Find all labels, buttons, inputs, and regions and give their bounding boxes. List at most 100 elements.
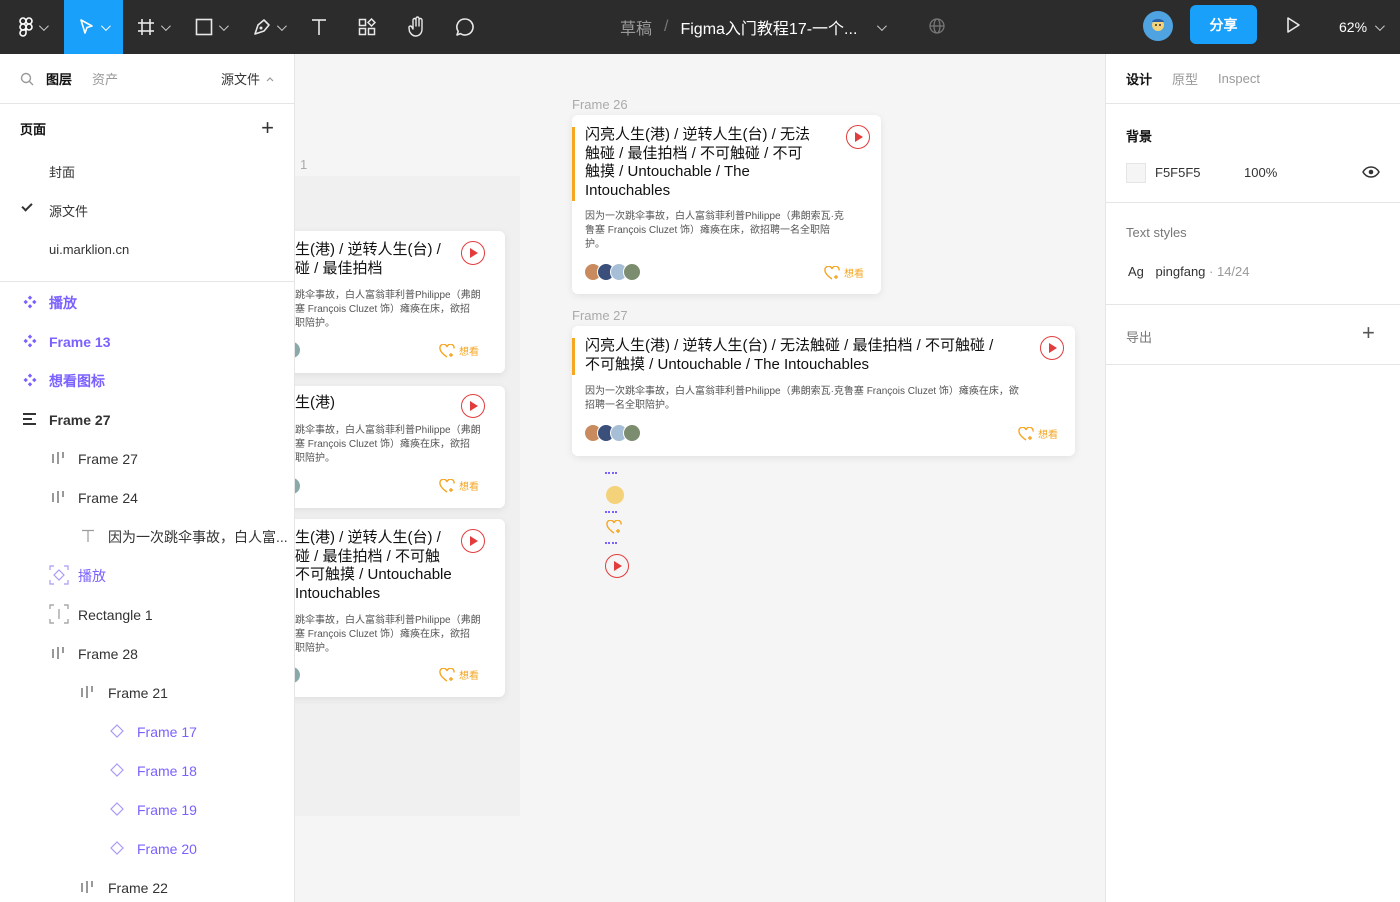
- heart-plus-icon[interactable]: [606, 520, 622, 534]
- add-export-button[interactable]: +: [1362, 320, 1375, 346]
- layer-item[interactable]: Frame 18: [0, 751, 294, 790]
- eye-icon[interactable]: [1362, 165, 1380, 179]
- want-label: 想看: [459, 671, 479, 682]
- want-label: 想看: [459, 347, 479, 358]
- layer-item[interactable]: Frame 21: [0, 673, 294, 712]
- comment-bubble-icon: [456, 18, 474, 36]
- movie-card[interactable]: 生(港) / 逆转人生(台) / 碰 / 最佳拍档 / 不可触 不可触摸 / U…: [295, 519, 505, 697]
- layer-label: Frame 27: [49, 411, 111, 428]
- movie-card[interactable]: 生(港) 跳伞事故，白人富翁菲利普Philippe（弗朗 塞 François …: [295, 386, 505, 508]
- card-title: 闪亮人生(港) / 逆转人生(台) / 无法触碰 / 最佳拍档 / 不可触碰 /…: [585, 337, 994, 373]
- layer-item[interactable]: Frame 13: [0, 322, 294, 361]
- layer-item[interactable]: Frame 17: [0, 712, 294, 751]
- globe-icon[interactable]: [928, 17, 946, 35]
- want-to-watch-button[interactable]: 想看: [439, 478, 479, 493]
- layer-label: Frame 21: [108, 684, 168, 701]
- layer-item[interactable]: 播放: [0, 556, 294, 595]
- layer-item[interactable]: Frame 22: [0, 868, 294, 902]
- heart-plus-icon: [439, 667, 455, 682]
- instance-frame-icon: [49, 565, 69, 585]
- page-item-site[interactable]: ui.marklion.cn: [0, 230, 294, 269]
- frame-label[interactable]: 1: [300, 157, 307, 172]
- file-title-area[interactable]: 草稿 / Figma入门教程17-一个...: [620, 0, 888, 54]
- figma-logo-icon: [18, 17, 33, 37]
- color-swatch[interactable]: [1126, 163, 1146, 183]
- layer-item[interactable]: Frame 20: [0, 829, 294, 868]
- layer-item[interactable]: Frame 19: [0, 790, 294, 829]
- chevron-down-icon: [160, 20, 171, 31]
- layer-item[interactable]: 播放: [0, 283, 294, 322]
- right-panel-tabs: 设计 原型 Inspect: [1106, 54, 1400, 104]
- frame-label[interactable]: Frame 27: [572, 308, 628, 323]
- drafts-link[interactable]: 草稿: [620, 15, 652, 39]
- share-button[interactable]: 分享: [1190, 5, 1257, 44]
- main-menu-button[interactable]: [0, 0, 64, 54]
- comment-tool-button[interactable]: [441, 0, 489, 54]
- layer-item[interactable]: Frame 28: [0, 634, 294, 673]
- avatar-component[interactable]: [606, 486, 624, 504]
- tab-assets[interactable]: 资产: [92, 69, 118, 88]
- want-to-watch-button[interactable]: 想看: [439, 667, 479, 682]
- present-play-icon[interactable]: [1284, 15, 1302, 35]
- zoom-control[interactable]: 62%: [1339, 0, 1385, 54]
- layer-item[interactable]: Frame 27: [0, 400, 294, 439]
- layer-label: 播放: [78, 567, 106, 584]
- page-item-cover[interactable]: 封面: [0, 152, 294, 191]
- page-label: 源文件: [49, 204, 89, 219]
- layer-item[interactable]: Rectangle 1: [0, 595, 294, 634]
- movie-card-frame26[interactable]: 闪亮人生(港) / 逆转人生(台) / 无法 触碰 / 最佳拍档 / 不可触碰 …: [572, 115, 881, 294]
- bg-hex-value[interactable]: F5F5F5: [1155, 165, 1201, 180]
- page-selector[interactable]: 源文件: [221, 69, 274, 88]
- zoom-level: 62%: [1339, 19, 1368, 35]
- want-to-watch-button[interactable]: 想看: [1018, 426, 1058, 441]
- play-icon[interactable]: [461, 529, 485, 553]
- avatar-group: [584, 263, 641, 281]
- heart-plus-icon: [439, 478, 455, 493]
- card-title: 闪亮人生(港) / 逆转人生(台) / 无法 触碰 / 最佳拍档 / 不可触碰 …: [585, 126, 810, 199]
- search-icon[interactable]: [20, 72, 34, 86]
- avatar: [295, 666, 301, 684]
- add-page-button[interactable]: +: [261, 115, 274, 141]
- layer-label: 播放: [49, 294, 77, 311]
- want-to-watch-button[interactable]: 想看: [439, 343, 479, 358]
- text-style-item[interactable]: Ag pingfang · 14/24: [1128, 264, 1250, 279]
- layer-label: Frame 22: [108, 879, 168, 896]
- hand-tool-button[interactable]: [393, 0, 441, 54]
- layer-item[interactable]: Frame 27: [0, 439, 294, 478]
- file-name[interactable]: Figma入门教程17-一个...: [680, 15, 857, 39]
- design-canvas[interactable]: 1 生(港) / 逆转人生(台) / 碰 / 最佳拍档 跳伞事故，白人富翁菲利普…: [295, 54, 1105, 902]
- movie-card-frame27[interactable]: 闪亮人生(港) / 逆转人生(台) / 无法触碰 / 最佳拍档 / 不可触碰 /…: [572, 326, 1075, 456]
- movie-card[interactable]: 生(港) / 逆转人生(台) / 碰 / 最佳拍档 跳伞事故，白人富翁菲利普Ph…: [295, 231, 505, 373]
- user-avatar[interactable]: [1143, 11, 1173, 41]
- play-icon[interactable]: [605, 554, 629, 578]
- play-icon[interactable]: [1040, 336, 1064, 360]
- chevron-down-icon[interactable]: [877, 20, 888, 31]
- tab-design[interactable]: 设计: [1126, 69, 1152, 88]
- pen-tool-button[interactable]: [239, 0, 297, 54]
- text-tool-button[interactable]: [297, 0, 341, 54]
- play-icon[interactable]: [461, 241, 485, 265]
- tab-inspect[interactable]: Inspect: [1218, 71, 1260, 86]
- heart-plus-icon: [1018, 426, 1034, 441]
- page-label: 封面: [49, 165, 76, 180]
- play-icon[interactable]: [846, 125, 870, 149]
- frame-tool-button[interactable]: [123, 0, 181, 54]
- instance-diamond-icon: [109, 723, 125, 739]
- frame-label[interactable]: Frame 26: [572, 97, 628, 112]
- tab-layers[interactable]: 图层: [46, 69, 72, 88]
- component-marker: [605, 511, 617, 515]
- layer-item[interactable]: 想看图标: [0, 361, 294, 400]
- resources-button[interactable]: [341, 0, 393, 54]
- bg-opacity-value[interactable]: 100%: [1244, 165, 1277, 180]
- avatar: [295, 477, 301, 495]
- shape-tool-button[interactable]: [181, 0, 239, 54]
- background-title: 背景: [1126, 129, 1153, 144]
- want-to-watch-button[interactable]: 想看: [824, 265, 864, 280]
- play-icon[interactable]: [461, 394, 485, 418]
- chevron-down-icon: [276, 20, 287, 31]
- move-tool-button[interactable]: [64, 0, 123, 54]
- layer-item[interactable]: 因为一次跳伞事故，白人富...: [0, 517, 294, 556]
- layer-item[interactable]: Frame 24: [0, 478, 294, 517]
- page-item-source[interactable]: 源文件: [0, 191, 294, 230]
- tab-prototype[interactable]: 原型: [1172, 69, 1198, 88]
